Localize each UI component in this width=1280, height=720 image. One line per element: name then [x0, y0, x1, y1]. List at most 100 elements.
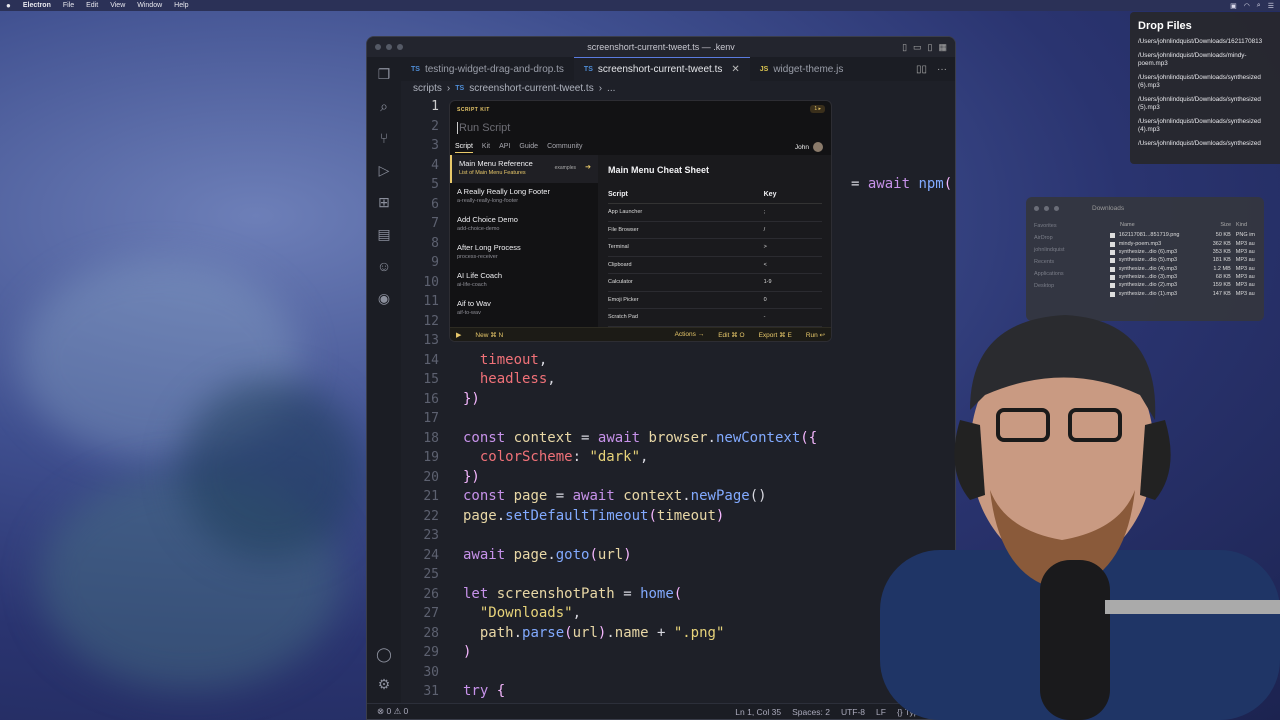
file-row[interactable]: synthesize...dio (1).mp3 147 KB MP3 au [1100, 290, 1264, 298]
file-icon [1110, 249, 1115, 255]
script-kit-prompt: SCRIPT KIT 1 ▸ Run Script Script Kit API… [449, 100, 832, 342]
code-line: 6 [431, 196, 439, 212]
file-row[interactable]: synthesize...dio (2).mp3 159 KB MP3 au [1100, 281, 1264, 289]
search-icon[interactable]: ⌕ [1257, 2, 1261, 10]
sidebar-item-desktop[interactable]: Desktop [1034, 283, 1090, 289]
file-size: 353 KB [1212, 248, 1231, 255]
column-header: Key [763, 187, 822, 204]
table-cell: Clipboard [608, 256, 764, 274]
sidebar-item-recents[interactable]: Recents [1034, 259, 1090, 265]
tab-label: widget-theme.js [773, 63, 844, 75]
sidebar-item-applications[interactable]: Applications [1034, 271, 1090, 277]
menu-view[interactable]: View [110, 2, 125, 9]
gitlens-icon[interactable]: ◉ [375, 289, 393, 307]
file-row[interactable]: synthesize...dio (4).mp3 1.2 MB MP3 au [1100, 265, 1264, 273]
list-item[interactable]: Aif to Wav aif-to-wav [450, 295, 598, 323]
menubar-app-name[interactable]: Electron [23, 2, 51, 9]
tab-script[interactable]: Script [455, 143, 473, 153]
menu-help[interactable]: Help [174, 2, 188, 9]
file-row[interactable]: synthesize...dio (3).mp3 68 KB MP3 au [1100, 273, 1264, 281]
tab-api[interactable]: API [499, 143, 510, 153]
status-icon[interactable]: ▣ [1230, 2, 1237, 10]
code-line: 21 const page = await context.newPage() [401, 487, 766, 507]
arrow-right-icon: ➔ [585, 164, 591, 171]
column-header[interactable]: Kind [1236, 222, 1264, 228]
menu-edit[interactable]: Edit [86, 2, 98, 9]
code-line: 11 [423, 294, 439, 309]
breadcrumb-folder[interactable]: scripts [413, 83, 442, 94]
file-name: synthesize...dio (1).mp3 [1118, 290, 1178, 297]
dropped-file-path[interactable]: /Users/johnlindquist/Downloads/synthesiz… [1138, 140, 1280, 148]
drop-files-widget[interactable]: Drop Files /Users/johnlindquist/Download… [1130, 12, 1280, 164]
dropped-file-path[interactable]: /Users/johnlindquist/Downloads/synthesiz… [1138, 118, 1266, 134]
breadcrumb: scripts › TS screenshort-current-tweet.t… [413, 83, 615, 94]
extensions-icon[interactable]: ⊞ [375, 193, 393, 211]
typescript-file-icon: TS [411, 65, 420, 73]
column-header[interactable]: Name [1120, 222, 1198, 228]
zoom-window-button[interactable] [1054, 205, 1059, 211]
control-center-icon[interactable]: ☰ [1268, 2, 1274, 10]
settings-gear-icon[interactable]: ⚙ [375, 675, 393, 693]
user-profile[interactable]: John [795, 142, 823, 152]
column-header[interactable]: Size [1198, 222, 1236, 228]
actions-button[interactable]: Actions → [675, 331, 705, 338]
split-editor-icon[interactable]: ▯▯ [916, 64, 927, 75]
breadcrumb-symbol[interactable]: ... [607, 83, 615, 94]
table-cell: > [763, 238, 822, 257]
dropped-file-path[interactable]: /Users/johnlindquist/Downloads/mindy-poe… [1138, 52, 1266, 68]
wifi-icon[interactable]: ◠ [1244, 2, 1250, 10]
close-window-button[interactable] [1034, 205, 1039, 211]
list-item[interactable]: A Really Really Long Footer a-really-rea… [450, 183, 598, 211]
code-text: }) [463, 468, 480, 485]
table-cell: App Launcher [608, 203, 764, 222]
table-row: Clipboard < [608, 256, 822, 274]
explorer-icon[interactable]: ❐ [375, 65, 393, 83]
more-actions-icon[interactable]: ··· [937, 64, 947, 75]
cursor-position[interactable]: Ln 1, Col 35 [735, 707, 781, 717]
file-row[interactable]: mindy-poem.mp3 362 KB MP3 au [1100, 239, 1264, 247]
file-row[interactable]: synthesize...dio (6).mp3 353 KB MP3 au [1100, 248, 1264, 256]
search-icon[interactable]: ⌕ [375, 97, 393, 115]
sidebar-item-airdrop[interactable]: AirDrop [1034, 235, 1090, 241]
new-button[interactable]: New ⌘ N [475, 331, 503, 339]
code-line: 4 [431, 157, 439, 173]
code-line: 17 [423, 411, 439, 426]
sidebar-item-home[interactable]: johnlindquist [1034, 247, 1090, 253]
indentation[interactable]: Spaces: 2 [792, 707, 830, 717]
list-item[interactable]: After Long Process process-receiver [450, 239, 598, 267]
tab-screenshort-current-tweet[interactable]: TS screenshort-current-tweet.ts ✕ [573, 57, 750, 81]
problems-indicator[interactable]: ⊗ 0 ⚠ 0 [377, 706, 408, 717]
list-item[interactable]: Add Choice Demo add-choice-demo [450, 211, 598, 239]
list-item[interactable]: AI Life Coach ai-life-coach [450, 267, 598, 295]
run-debug-icon[interactable]: ▷ [375, 161, 393, 179]
run-button[interactable]: Run ↩ [806, 331, 825, 339]
apple-icon[interactable]: ● [6, 1, 11, 10]
edit-button[interactable]: Edit ⌘ O [718, 331, 744, 339]
table-cell: 0 [763, 291, 822, 309]
tab-community[interactable]: Community [547, 143, 582, 153]
notebook-icon[interactable]: ▤ [375, 225, 393, 243]
tab-guide[interactable]: Guide [519, 143, 538, 153]
count-badge[interactable]: 1 ▸ [810, 105, 825, 113]
breadcrumb-file[interactable]: screenshort-current-tweet.ts [469, 83, 594, 94]
list-item[interactable]: Main Menu Reference List of Main Menu Fe… [450, 155, 598, 183]
dropped-file-path[interactable]: /Users/johnlindquist/Downloads/synthesiz… [1138, 74, 1266, 90]
menu-window[interactable]: Window [137, 2, 162, 9]
tab-widget-theme[interactable]: JS widget-theme.js [750, 57, 854, 81]
export-button[interactable]: Export ⌘ E [759, 331, 792, 339]
menu-file[interactable]: File [63, 2, 74, 9]
copilot-icon[interactable]: ☺ [375, 257, 393, 275]
minimize-window-button[interactable] [1044, 205, 1049, 211]
tab-kit[interactable]: Kit [482, 143, 490, 153]
run-script-input[interactable]: Run Script [457, 122, 510, 134]
close-tab-icon[interactable]: ✕ [731, 64, 739, 75]
code-line: 24 await page.goto(url) [401, 546, 631, 566]
item-name: Aif to Wav [457, 299, 491, 308]
tab-testing-widget[interactable]: TS testing-widget-drag-and-drop.ts [401, 57, 574, 81]
source-control-icon[interactable]: ⑂ [375, 129, 393, 147]
dropped-file-path[interactable]: /Users/johnlindquist/Downloads/synthesiz… [1138, 96, 1266, 112]
dropped-file-path[interactable]: /Users/johnlindquist/Downloads/162117081… [1138, 38, 1280, 46]
file-row[interactable]: synthesize...dio (5).mp3 181 KB MP3 au [1100, 256, 1264, 264]
account-icon[interactable]: ◯ [375, 645, 393, 663]
file-row[interactable]: 162117081...851719.png 50 KB PNG im [1100, 231, 1264, 239]
